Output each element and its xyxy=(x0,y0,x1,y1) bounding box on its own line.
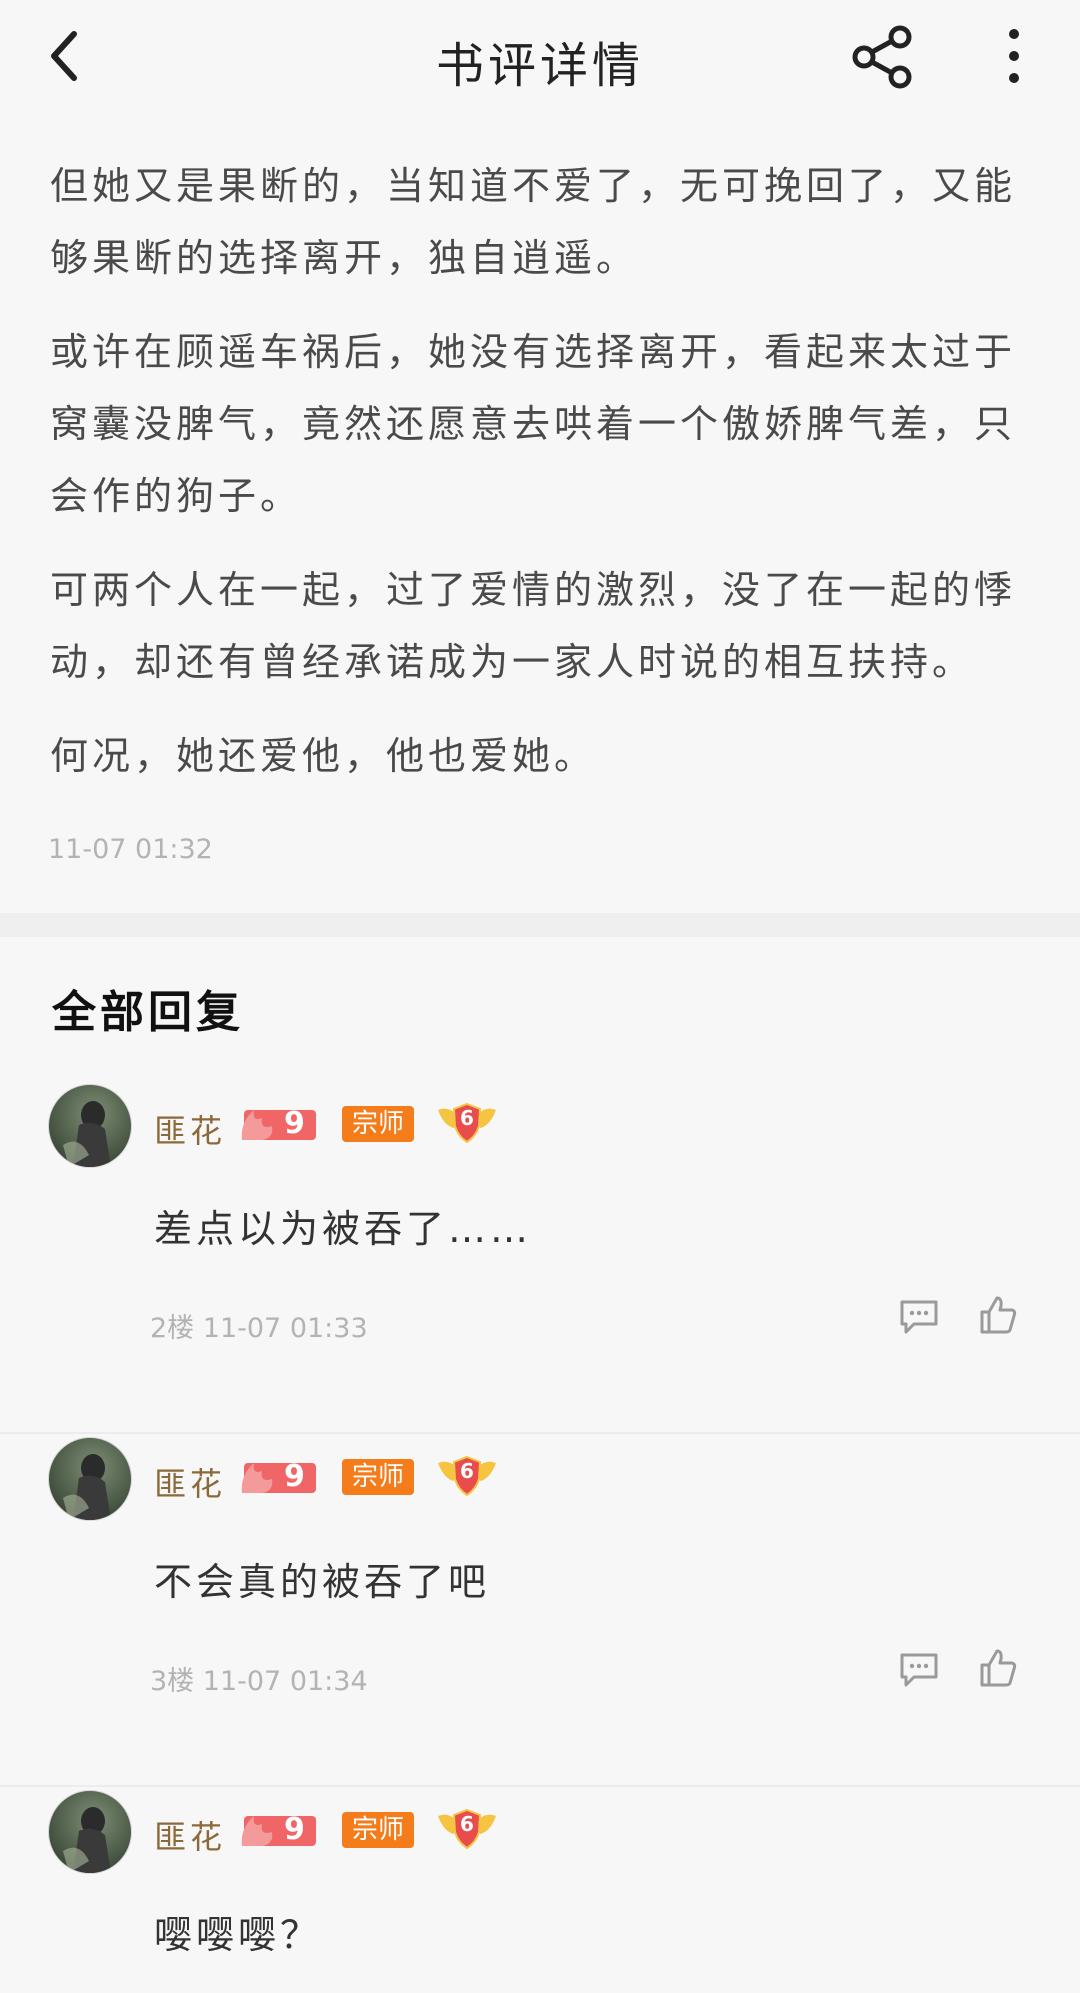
floor-number: 3楼 xyxy=(150,1666,195,1697)
reply-item: 匪花 9 宗师 6 不会真的被吞了吧 3楼 11-07 01:34 xyxy=(0,1437,1080,1787)
review-paragraph: 或许在顾遥车祸后，她没有选择离开，看起来太过于窝囊没脾气，竟然还愿意去哄着一个傲… xyxy=(50,330,1017,518)
page-title: 书评详情 xyxy=(435,38,644,94)
more-vertical-icon[interactable] xyxy=(998,24,1030,90)
level-number: 6 xyxy=(460,1459,474,1483)
share-icon[interactable] xyxy=(848,24,918,90)
level-badge: 6 xyxy=(436,1453,498,1499)
fire-level: 9 xyxy=(284,1459,305,1494)
review-paragraph: 但她又是果断的，当知道不爱了，无可挽回了，又能够果断的选择离开，独自逍遥。 xyxy=(50,164,1017,280)
reply-divider xyxy=(0,1785,1080,1787)
reply-content: 嘤嘤嘤？ xyxy=(154,1913,323,1957)
top-bar: 书评详情 xyxy=(0,0,1080,115)
rank-badge: 宗师 xyxy=(342,1106,414,1142)
review-timestamp: 11-07 01:32 xyxy=(48,834,213,865)
fire-level: 9 xyxy=(284,1812,305,1847)
review-paragraph: 何况，她还爱他，他也爱她。 xyxy=(50,734,597,778)
reply-meta: 2楼 11-07 01:33 xyxy=(150,1306,368,1345)
reply-divider xyxy=(0,1432,1080,1434)
thumbs-up-icon[interactable] xyxy=(978,1647,1018,1689)
level-badge: 6 xyxy=(436,1100,498,1146)
reply-meta: 3楼 11-07 01:34 xyxy=(150,1659,368,1698)
level-badge: 6 xyxy=(436,1806,498,1852)
reply-item: 匪花 9 宗师 6 差点以为被吞了…… 2楼 11-07 01:33 xyxy=(0,1084,1080,1434)
fire-badge: 9 xyxy=(238,1810,318,1850)
review-paragraph: 可两个人在一起，过了爱情的激烈，没了在一起的悸动，却还有曾经承诺成为一家人时说的… xyxy=(50,568,1017,684)
comment-icon[interactable] xyxy=(898,1296,940,1336)
avatar[interactable] xyxy=(48,1084,132,1168)
fire-level: 9 xyxy=(284,1106,305,1141)
reply-timestamp: 11-07 01:34 xyxy=(202,1666,368,1697)
level-number: 6 xyxy=(460,1812,474,1836)
rank-badge: 宗师 xyxy=(342,1812,414,1848)
thumbs-up-icon[interactable] xyxy=(978,1294,1018,1336)
reply-item: 匪花 9 宗师 6 嘤嘤嘤？ xyxy=(0,1790,1080,1993)
section-divider xyxy=(0,913,1080,937)
floor-number: 2楼 xyxy=(150,1313,195,1344)
level-number: 6 xyxy=(460,1106,474,1130)
avatar[interactable] xyxy=(48,1790,132,1874)
avatar-figure-icon xyxy=(63,1101,111,1167)
fire-icon xyxy=(241,1110,316,1140)
fire-icon xyxy=(241,1463,316,1493)
reply-username[interactable]: 匪花 xyxy=(154,1812,226,1858)
fire-icon xyxy=(241,1816,316,1846)
comment-icon[interactable] xyxy=(898,1649,940,1689)
fire-badge: 9 xyxy=(238,1104,318,1144)
avatar[interactable] xyxy=(48,1437,132,1521)
reply-timestamp: 11-07 01:33 xyxy=(202,1313,368,1344)
fire-badge: 9 xyxy=(238,1457,318,1497)
avatar-figure-icon xyxy=(63,1807,111,1873)
reply-username[interactable]: 匪花 xyxy=(154,1106,226,1152)
reply-content: 差点以为被吞了…… xyxy=(154,1207,533,1251)
avatar-figure-icon xyxy=(63,1454,111,1520)
all-replies-heading: 全部回复 xyxy=(52,987,244,1038)
rank-badge: 宗师 xyxy=(342,1459,414,1495)
review-body: 但她又是果断的，当知道不爱了，无可挽回了，又能够果断的选择离开，独自逍遥。 或许… xyxy=(50,150,1030,814)
reply-username[interactable]: 匪花 xyxy=(154,1459,226,1505)
reply-content: 不会真的被吞了吧 xyxy=(154,1560,491,1604)
